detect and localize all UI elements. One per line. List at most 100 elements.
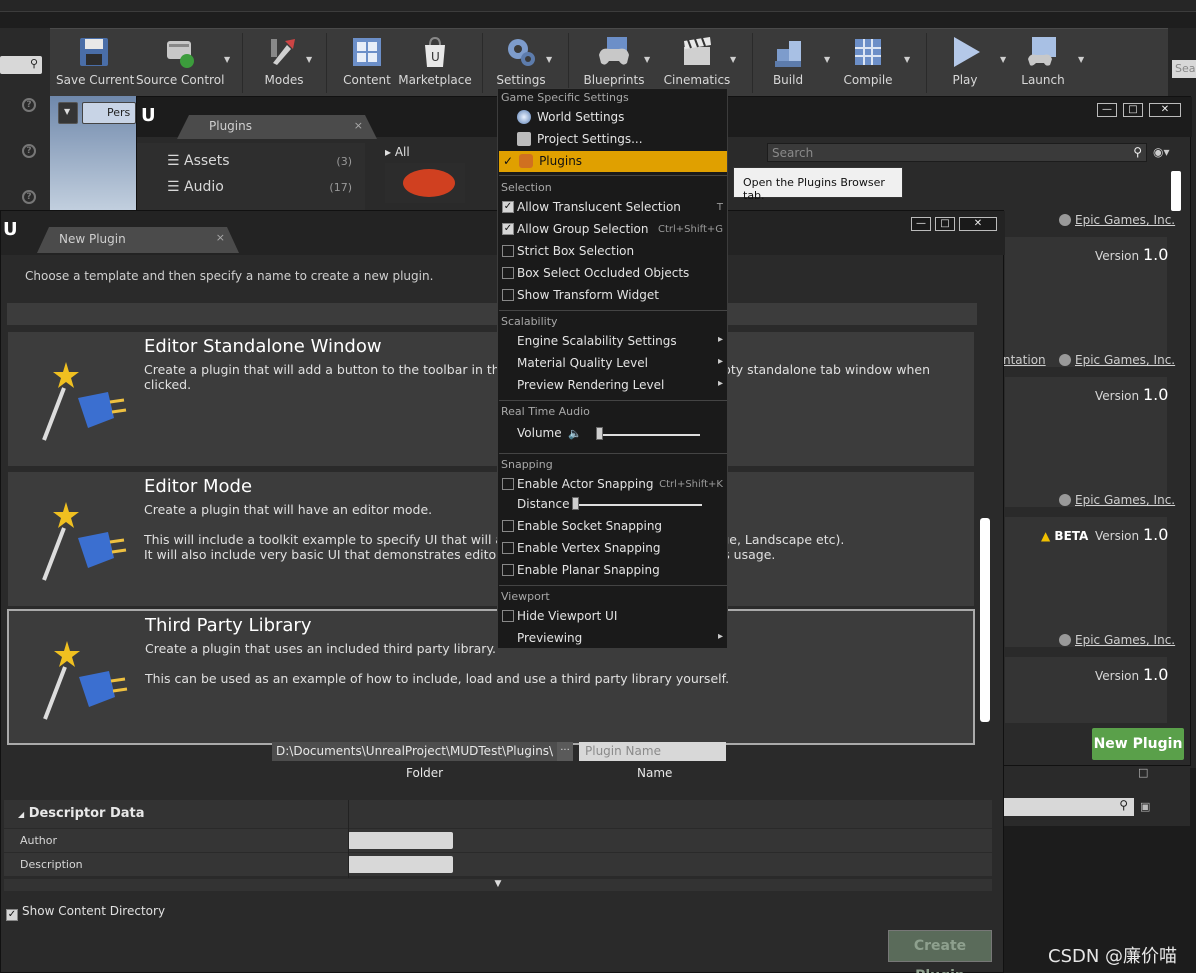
description-input[interactable] <box>348 856 453 873</box>
help-icon[interactable]: ? <box>22 98 36 112</box>
menu-material-quality[interactable]: Material Quality Level ▸ <box>499 353 727 374</box>
menu-enable-actor-snapping[interactable]: Enable Actor Snapping Ctrl+Shift+K <box>499 474 727 495</box>
save-current-button[interactable]: Save Current <box>56 29 134 97</box>
section-scalability: Scalability <box>501 315 558 328</box>
publisher-link[interactable]: Epic Games, Inc. <box>1059 353 1175 367</box>
chevron-down-icon[interactable]: ▼ <box>824 55 834 65</box>
save-icon[interactable]: ▣ <box>1140 800 1150 813</box>
checkbox-checked-icon: ✓ <box>6 909 18 921</box>
right-search-input[interactable]: Sea <box>1172 60 1196 78</box>
source-control-button[interactable]: Source Control <box>136 29 224 97</box>
volume-slider-knob[interactable] <box>596 427 603 440</box>
menu-world-settings[interactable]: World Settings <box>499 107 727 128</box>
category-audio[interactable]: ☰ Audio (17) <box>167 179 352 195</box>
submenu-arrow-icon: ▸ <box>717 378 723 389</box>
left-search-input[interactable]: ⚲ <box>0 56 42 74</box>
viewport-options-button[interactable]: ▼ <box>58 102 78 124</box>
submenu-arrow-icon: ▸ <box>717 334 723 345</box>
menu-enable-planar-snapping[interactable]: Enable Planar Snapping <box>499 560 727 581</box>
chevron-down-icon[interactable]: ▼ <box>1078 55 1088 65</box>
chevron-down-icon[interactable]: ▼ <box>546 55 556 65</box>
descriptor-header[interactable]: ◢ Descriptor Data <box>4 800 992 828</box>
publisher-link[interactable]: Epic Games, Inc. <box>1059 213 1175 227</box>
create-plugin-button[interactable]: Create Plugin <box>888 930 992 973</box>
breadcrumb[interactable]: ▸ All <box>385 145 410 159</box>
close-window-button[interactable]: ✕ <box>959 217 997 231</box>
template-third-party-library[interactable]: Third Party Library Create a plugin that… <box>7 609 975 745</box>
help-icon[interactable]: ? <box>22 190 36 204</box>
menu-allow-translucent-selection[interactable]: ✓ Allow Translucent Selection T <box>499 197 727 218</box>
menu-box-select-occluded[interactable]: Box Select Occluded Objects <box>499 263 727 284</box>
template-editor-mode[interactable]: Editor Mode Create a plugin that will ha… <box>7 471 975 607</box>
minimize-button[interactable]: — <box>911 217 931 231</box>
build-button[interactable]: Build <box>756 29 820 97</box>
details-search-input[interactable]: ⚲ <box>1004 798 1134 816</box>
scrollbar-thumb[interactable] <box>1171 171 1181 211</box>
description-row: Description <box>4 852 992 876</box>
scrollbar-thumb[interactable] <box>980 518 990 722</box>
tab-plugins[interactable]: Plugins × <box>177 115 377 139</box>
category-assets[interactable]: ☰ Assets (3) <box>167 153 352 169</box>
plugin-icon <box>519 154 534 168</box>
marketplace-button[interactable]: U Marketplace <box>398 29 472 97</box>
menu-engine-scalability[interactable]: Engine Scalability Settings ▸ <box>499 331 727 352</box>
window-title-strip <box>0 0 1196 12</box>
settings-button[interactable]: Settings <box>490 29 552 97</box>
template-card-partial[interactable] <box>7 303 977 325</box>
template-list: Editor Standalone Window Create a plugin… <box>5 329 977 759</box>
browse-folder-button[interactable]: ... <box>557 742 573 761</box>
warning-icon: ▲ <box>1041 529 1051 543</box>
chevron-down-icon[interactable]: ▼ <box>904 55 914 65</box>
template-editor-standalone-window[interactable]: Editor Standalone Window Create a plugin… <box>7 331 975 467</box>
chevron-down-icon[interactable]: ▼ <box>730 55 740 65</box>
perspective-button[interactable]: Pers <box>82 102 136 124</box>
folder-path-input[interactable]: D:\Documents\UnrealProject\MUDTest\Plugi… <box>272 742 560 761</box>
menu-show-transform-widget[interactable]: Show Transform Widget <box>499 285 727 306</box>
new-plugin-button[interactable]: New Plugin <box>1092 728 1184 760</box>
column-divider[interactable] <box>348 800 349 878</box>
volume-slider-track[interactable] <box>598 434 700 436</box>
close-icon[interactable]: × <box>216 231 225 244</box>
author-input[interactable] <box>348 832 453 849</box>
eye-icon[interactable]: ◉▾ <box>1153 145 1170 159</box>
compile-button[interactable]: Compile <box>836 29 900 97</box>
menu-strict-box-selection[interactable]: Strict Box Selection <box>499 241 727 262</box>
publisher-link[interactable]: Epic Games, Inc. <box>1059 493 1175 507</box>
distance-slider-knob[interactable] <box>572 497 579 510</box>
minimize-button[interactable]: — <box>1097 103 1117 117</box>
speaker-icon[interactable]: 🔈 <box>568 427 582 440</box>
version-text: Version 1.0 <box>1095 665 1169 684</box>
chevron-down-icon[interactable]: ▼ <box>306 55 316 65</box>
checkbox-checked-icon: ✓ <box>502 201 514 213</box>
menu-preview-rendering[interactable]: Preview Rendering Level ▸ <box>499 375 727 396</box>
maximize-button[interactable]: □ <box>1123 103 1143 117</box>
documentation-link[interactable]: ntation <box>1003 353 1046 367</box>
distance-slider-track[interactable] <box>574 504 702 506</box>
expand-advanced-button[interactable]: ▼ <box>4 879 992 891</box>
publisher-link[interactable]: Epic Games, Inc. <box>1059 633 1175 647</box>
help-icon[interactable]: ? <box>22 144 36 158</box>
close-window-button[interactable]: ✕ <box>1149 103 1181 117</box>
menu-allow-group-selection[interactable]: ✓ Allow Group Selection Ctrl+Shift+G <box>499 219 727 240</box>
plugins-search-input[interactable]: Search ⚲ <box>767 143 1147 162</box>
content-button[interactable]: Content <box>334 29 400 97</box>
menu-hide-viewport-ui[interactable]: Hide Viewport UI <box>499 606 727 627</box>
tab-new-plugin[interactable]: New Plugin × <box>37 227 239 253</box>
menu-enable-socket-snapping[interactable]: Enable Socket Snapping <box>499 516 727 537</box>
lock-icon[interactable]: □ <box>1138 766 1148 779</box>
maximize-button[interactable]: □ <box>935 217 955 231</box>
chevron-down-icon[interactable]: ▼ <box>644 55 654 65</box>
show-content-directory-checkbox[interactable]: ✓ Show Content Directory <box>6 904 165 921</box>
menu-previewing[interactable]: Previewing ▸ <box>499 628 727 649</box>
close-icon[interactable]: × <box>354 119 363 132</box>
cinematics-button[interactable]: Cinematics <box>658 29 736 97</box>
checkbox-unchecked-icon <box>502 245 514 257</box>
version-text: Version 1.0 <box>1095 245 1169 264</box>
play-button[interactable]: Play <box>930 29 1000 97</box>
menu-plugins[interactable]: ✓ Plugins <box>499 151 727 172</box>
launch-button[interactable]: Launch <box>1008 29 1078 97</box>
menu-enable-vertex-snapping[interactable]: Enable Vertex Snapping <box>499 538 727 559</box>
chevron-down-icon[interactable]: ▼ <box>224 55 234 65</box>
menu-project-settings[interactable]: Project Settings... <box>499 129 727 150</box>
plugin-name-input[interactable]: Plugin Name <box>579 742 726 761</box>
